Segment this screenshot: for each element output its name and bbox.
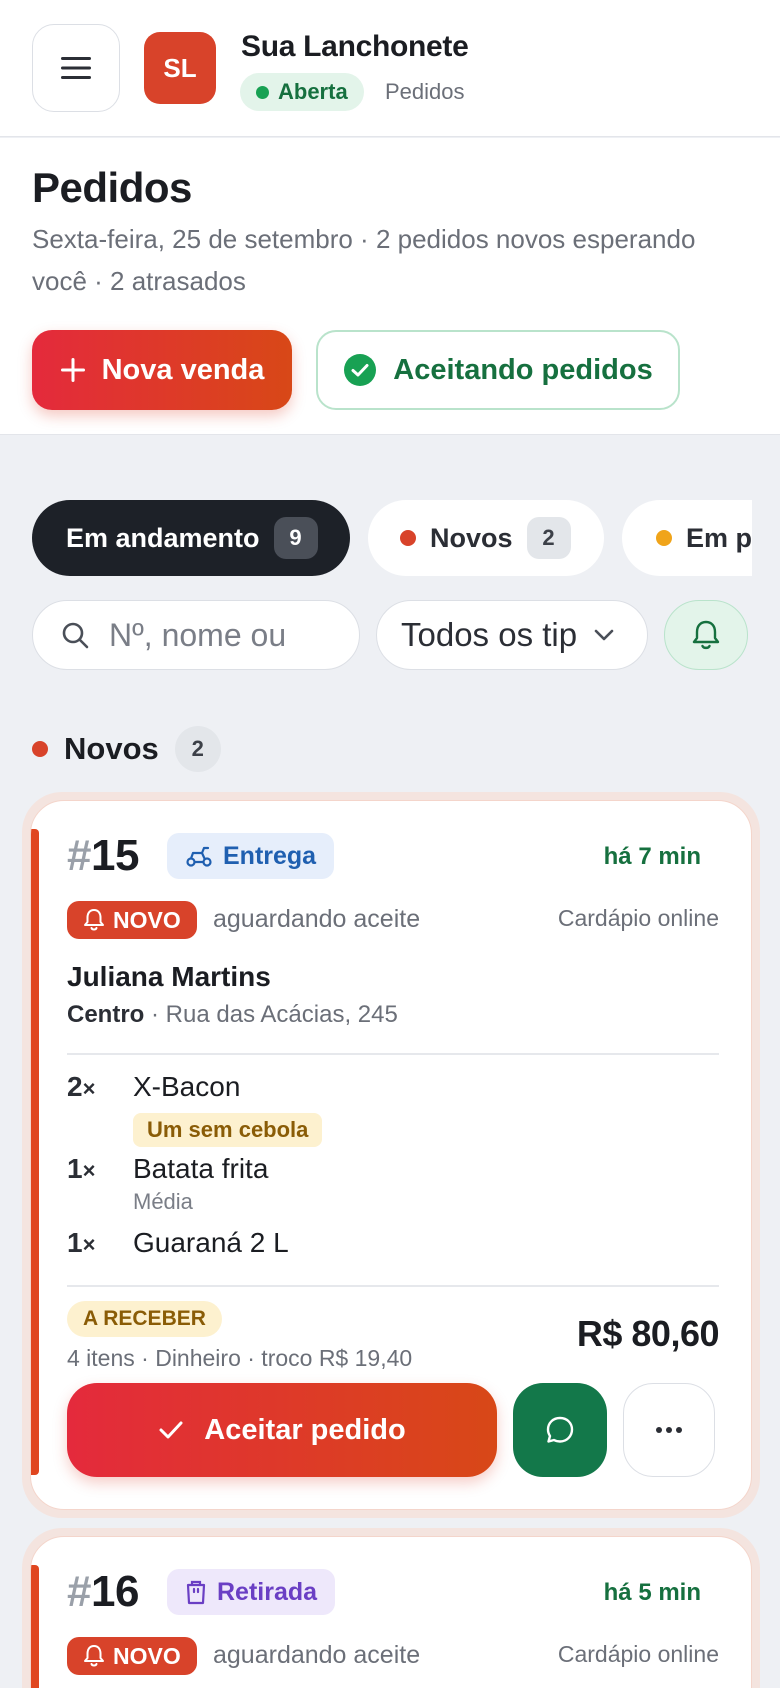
- shopping-bag-icon: [186, 1580, 206, 1605]
- customer-name: Juliana Martins: [67, 961, 271, 992]
- order-type-value: Todos os tip: [401, 616, 578, 653]
- tab-label: Em andamento: [66, 522, 260, 553]
- item-variant: Média: [133, 1189, 193, 1214]
- search-input[interactable]: [109, 616, 329, 654]
- new-sale-button[interactable]: Nova venda: [32, 330, 292, 410]
- item-qty: 1×: [67, 1153, 96, 1184]
- app-header: SL Sua Lanchonete Aberta Pedidos: [0, 0, 780, 137]
- page-title: Pedidos: [32, 164, 192, 211]
- ellipsis-icon: [656, 1427, 682, 1433]
- accept-order-label: Aceitar pedido: [204, 1413, 406, 1446]
- accept-order-button[interactable]: Aceitar pedido: [67, 1383, 497, 1477]
- payment-meta: 4 itens · Dinheiro · troco R$ 19,40: [67, 1345, 413, 1371]
- page-subtitle: Sexta-feira, 25 de setembro · 2 pedidos …: [32, 224, 696, 296]
- item-name: Guaraná 2 L: [133, 1227, 289, 1258]
- order-status-text: aguardando aceite: [213, 905, 421, 933]
- status-tabs: Em andamento 9 Novos 2 Em pr: [0, 500, 752, 576]
- scooter-icon: [186, 846, 212, 867]
- order-card[interactable]: #15 Entrega há 7 min NOVO aguardando ace…: [30, 800, 752, 1510]
- delivery-type-label: Entrega: [223, 841, 317, 870]
- new-sale-label: Nova venda: [101, 353, 265, 386]
- tab-count: 9: [273, 517, 318, 559]
- order-card-wrapper: #16 Retirada há 5 min NOVO aguardando ac…: [22, 1528, 760, 1688]
- order-origin: Cardápio online: [557, 1641, 719, 1667]
- customer-address: Centro · Rua das Acácias, 245: [67, 1001, 398, 1028]
- notifications-button[interactable]: [664, 600, 748, 670]
- store-name: Sua Lanchonete: [241, 30, 469, 63]
- tab-em-preparo[interactable]: Em pr: [622, 500, 752, 576]
- store-status-label: Aberta: [278, 79, 348, 104]
- bell-icon: [84, 1645, 104, 1667]
- status-dot-icon: [256, 85, 269, 99]
- order-accent-bar: [31, 1565, 39, 1688]
- new-badge-label: NOVO: [113, 906, 181, 933]
- search-field[interactable]: [32, 600, 360, 670]
- accepting-orders-toggle[interactable]: Aceitando pedidos: [316, 330, 680, 410]
- item-name: Batata frita: [133, 1153, 269, 1184]
- search-icon: [62, 622, 89, 649]
- order-type-select[interactable]: Todos os tip: [376, 600, 648, 670]
- breadcrumb: Pedidos: [385, 79, 465, 104]
- tab-label: Novos: [430, 522, 513, 553]
- red-dot-icon: [400, 530, 416, 546]
- yellow-dot-icon: [656, 530, 672, 546]
- store-status-badge: Aberta: [240, 73, 364, 111]
- order-card[interactable]: #16 Retirada há 5 min NOVO aguardando ac…: [30, 1536, 752, 1688]
- order-total: R$ 80,60: [576, 1313, 720, 1354]
- divider: [67, 1053, 719, 1055]
- tab-novos[interactable]: Novos 2: [368, 500, 604, 576]
- bell-icon: [84, 909, 104, 931]
- item-qty: 1×: [67, 1227, 96, 1258]
- plus-icon: [60, 358, 85, 382]
- red-dot-icon: [32, 741, 48, 757]
- order-number: #15: [67, 831, 139, 880]
- chat-button[interactable]: [513, 1383, 607, 1477]
- page-header: Pedidos Sexta-feira, 25 de setembro · 2 …: [0, 138, 780, 435]
- item-name: X-Bacon: [133, 1071, 241, 1102]
- order-time: há 7 min: [603, 843, 701, 870]
- section-header-novos: Novos 2: [32, 726, 221, 772]
- new-status-badge: NOVO: [67, 901, 197, 939]
- section-title: Novos: [64, 731, 159, 766]
- order-time: há 5 min: [603, 1579, 701, 1606]
- tab-em-andamento[interactable]: Em andamento 9: [32, 500, 350, 576]
- delivery-type-chip: Entrega: [167, 833, 335, 879]
- tab-label: Em pr: [686, 522, 752, 553]
- order-card-wrapper: #15 Entrega há 7 min NOVO aguardando ace…: [22, 792, 760, 1518]
- chevron-down-icon: [594, 629, 614, 641]
- item-note: Um sem cebola: [133, 1113, 323, 1147]
- new-status-badge: NOVO: [67, 1637, 197, 1675]
- check-circle-icon: [344, 354, 377, 386]
- order-accent-bar: [31, 829, 39, 1475]
- hamburger-icon: [61, 57, 91, 79]
- store-avatar: SL: [144, 32, 216, 104]
- pickup-type-label: Retirada: [217, 1577, 318, 1606]
- item-qty: 2×: [67, 1071, 96, 1102]
- divider: [67, 1285, 719, 1287]
- pickup-type-chip: Retirada: [167, 1569, 336, 1615]
- menu-button[interactable]: [32, 24, 120, 112]
- check-icon: [159, 1421, 183, 1439]
- bell-icon: [692, 620, 720, 650]
- accepting-orders-label: Aceitando pedidos: [393, 353, 653, 386]
- order-origin: Cardápio online: [557, 905, 719, 931]
- new-badge-label: NOVO: [113, 1642, 181, 1669]
- payment-status-badge: A RECEBER: [67, 1301, 222, 1337]
- more-options-button[interactable]: [623, 1383, 715, 1477]
- tab-count: 2: [526, 517, 571, 559]
- order-status-text: aguardando aceite: [213, 1641, 421, 1669]
- section-count: 2: [174, 726, 221, 772]
- order-number: #16: [67, 1567, 139, 1616]
- chat-icon: [546, 1416, 574, 1443]
